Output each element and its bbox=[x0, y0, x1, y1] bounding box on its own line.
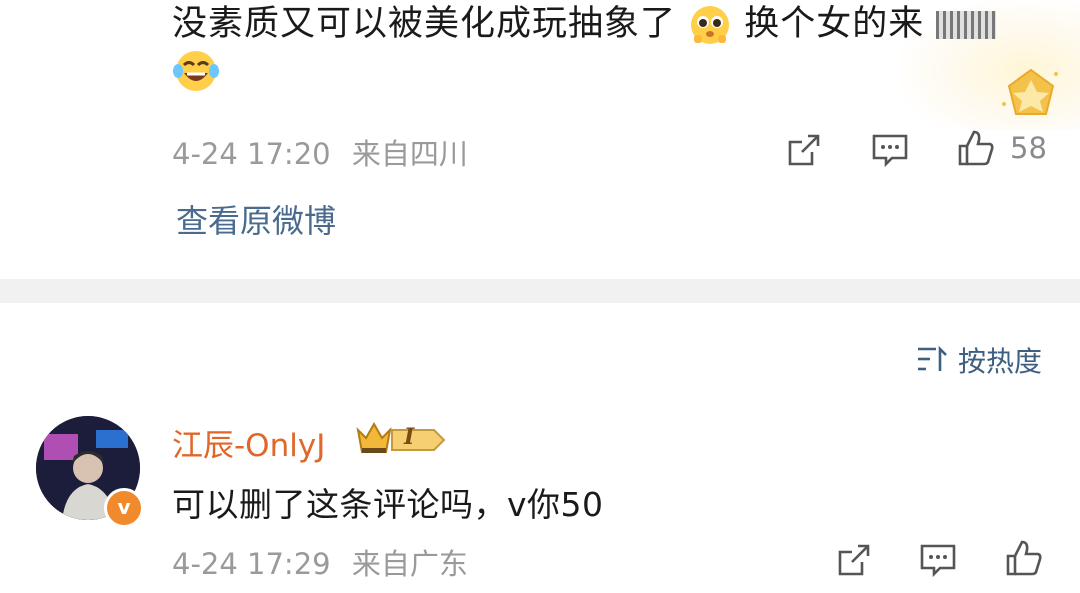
post-location: 来自四川 bbox=[351, 137, 468, 171]
post-text-part-1: 没素质又可以被美化成玩抽象了 bbox=[172, 4, 677, 44]
share-icon[interactable] bbox=[784, 130, 824, 170]
comment-like-icon[interactable] bbox=[1004, 538, 1044, 578]
laughing-tears-icon bbox=[173, 51, 219, 91]
like-icon[interactable] bbox=[956, 128, 996, 168]
post-text: 没素质又可以被美化成玩抽象了 换个女的来 bbox=[172, 2, 1032, 95]
comment-location: 来自广东 bbox=[351, 547, 468, 581]
comment-reply-icon[interactable] bbox=[918, 540, 958, 580]
comment-username[interactable]: 江辰-OnlyJ bbox=[172, 420, 325, 465]
verified-badge-icon: v bbox=[104, 488, 144, 528]
section-divider bbox=[0, 279, 1080, 303]
sort-label[interactable]: 按热度 bbox=[958, 340, 1042, 380]
sort-icon[interactable] bbox=[916, 343, 948, 375]
member-crown-badge-icon bbox=[356, 421, 446, 453]
pleading-face-icon bbox=[691, 6, 730, 44]
member-level-badge: I bbox=[404, 424, 415, 450]
comment-icon[interactable] bbox=[870, 130, 910, 170]
comment-share-icon[interactable] bbox=[834, 540, 874, 580]
post-text-part-2: 换个女的来 bbox=[744, 4, 925, 44]
comment-text: 可以删了这条评论吗，v你50 bbox=[172, 485, 604, 524]
redacted-mark bbox=[936, 11, 997, 39]
view-original-link[interactable]: 查看原微博 bbox=[176, 196, 336, 242]
post-time: 4-24 17:20 bbox=[172, 137, 331, 171]
post-meta: 4-24 17:20 来自四川 bbox=[172, 131, 468, 173]
like-count: 58 bbox=[1010, 131, 1047, 165]
comment-time: 4-24 17:29 bbox=[172, 547, 331, 581]
comment-meta: 4-24 17:29 来自广东 bbox=[172, 541, 468, 583]
